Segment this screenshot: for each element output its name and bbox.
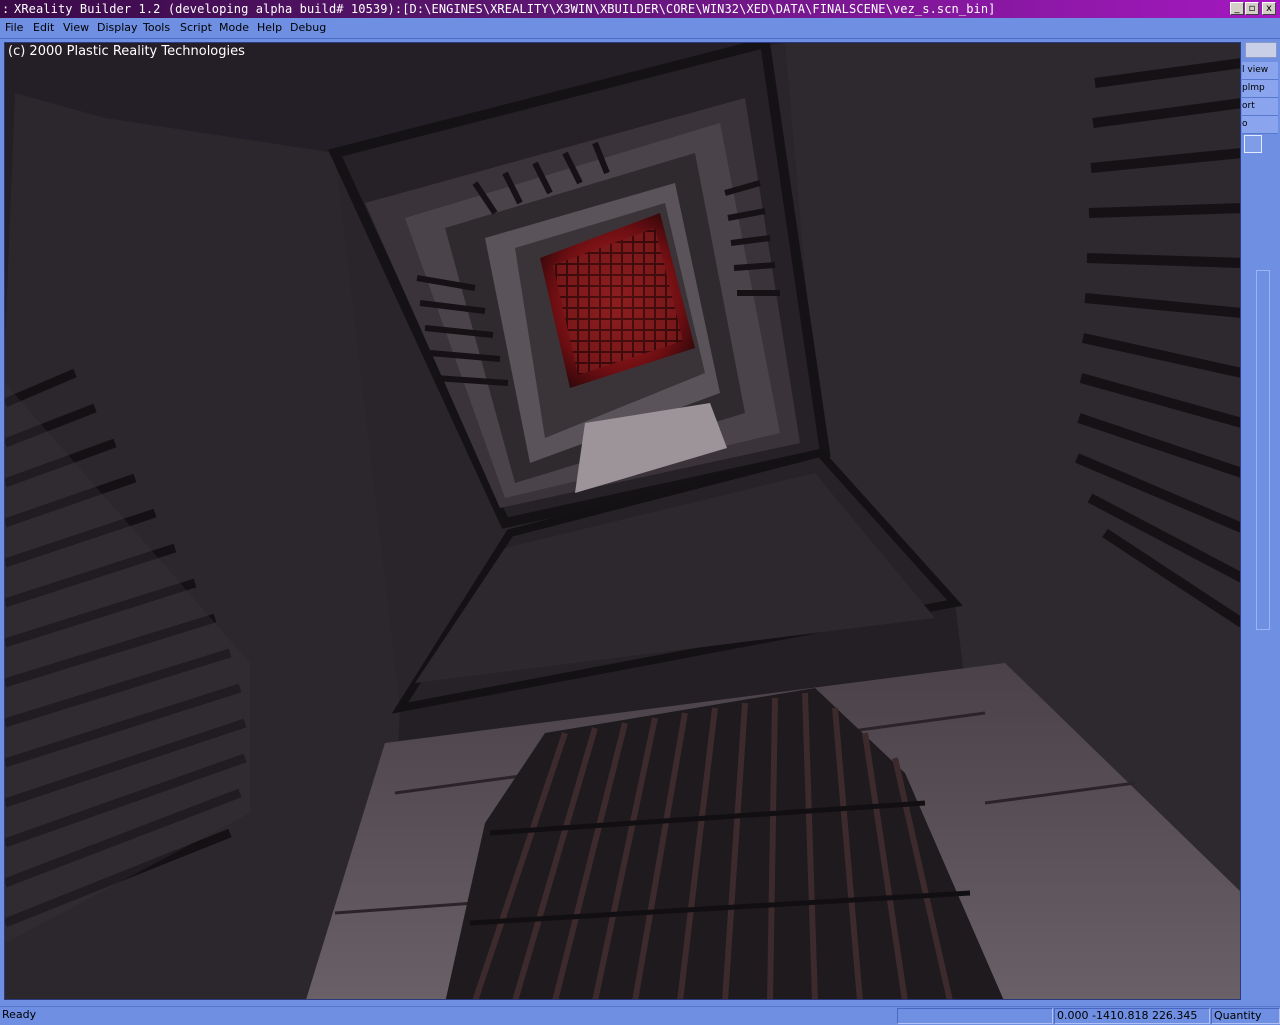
menu-debug[interactable]: Debug bbox=[290, 21, 326, 35]
maximize-button[interactable]: ▫ bbox=[1245, 2, 1259, 15]
side-tab-view[interactable]: l view bbox=[1242, 62, 1278, 80]
side-tab-plmp[interactable]: plmp bbox=[1242, 80, 1278, 98]
status-bar: Ready 0.000 -1410.818 226.345 Quantity bbox=[0, 1006, 1280, 1025]
menu-edit[interactable]: Edit bbox=[33, 21, 54, 35]
scene-render bbox=[5, 43, 1240, 999]
menu-tools[interactable]: Tools bbox=[143, 21, 170, 35]
3d-viewport[interactable]: (c) 2000 Plastic Reality Technologies bbox=[4, 42, 1241, 1000]
side-panel: l view plmp ort o bbox=[1242, 42, 1280, 1000]
side-tab-ort[interactable]: ort bbox=[1242, 98, 1278, 116]
side-tab-o[interactable]: o bbox=[1242, 116, 1278, 134]
status-coordinates: 0.000 -1410.818 226.345 bbox=[1054, 1008, 1210, 1024]
menu-script[interactable]: Script bbox=[180, 21, 212, 35]
status-text: Ready bbox=[2, 1008, 37, 1021]
menu-display[interactable]: Display bbox=[97, 21, 138, 35]
close-button[interactable]: x bbox=[1262, 2, 1276, 15]
minimize-button[interactable]: _ bbox=[1230, 2, 1244, 15]
menu-view[interactable]: View bbox=[63, 21, 89, 35]
copyright-text: (c) 2000 Plastic Reality Technologies bbox=[8, 44, 245, 59]
status-empty-cell bbox=[897, 1008, 1053, 1024]
status-quantity: Quantity bbox=[1211, 1008, 1280, 1024]
title-bar: : XReality Builder 1.2 (developing alpha… bbox=[0, 0, 1280, 18]
side-panel-scrollbar[interactable] bbox=[1256, 270, 1270, 630]
menu-file[interactable]: File bbox=[5, 21, 23, 35]
window-title: XReality Builder 1.2 (developing alpha b… bbox=[14, 2, 996, 16]
side-panel-header bbox=[1245, 42, 1277, 58]
side-panel-checkbox[interactable] bbox=[1244, 135, 1262, 153]
menu-bar: File Edit View Display Tools Script Mode… bbox=[0, 18, 1280, 39]
menu-mode[interactable]: Mode bbox=[219, 21, 249, 35]
menu-help[interactable]: Help bbox=[257, 21, 282, 35]
